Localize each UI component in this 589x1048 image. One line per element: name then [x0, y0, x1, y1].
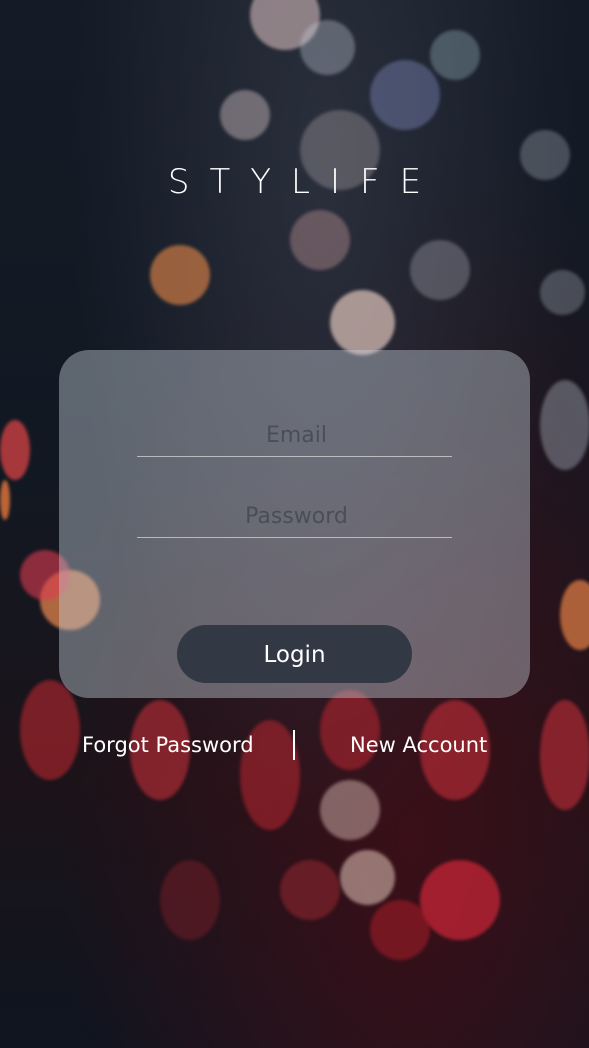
- footer-links: Forgot Password New Account: [0, 730, 589, 760]
- email-input[interactable]: [137, 412, 456, 458]
- email-field-container: [137, 412, 456, 458]
- app-logo: STYLIFE: [167, 162, 442, 202]
- login-button[interactable]: Login: [177, 625, 412, 683]
- password-input[interactable]: [137, 493, 456, 539]
- login-card: Login: [59, 350, 530, 698]
- forgot-password-link[interactable]: Forgot Password: [82, 730, 254, 760]
- new-account-link[interactable]: New Account: [350, 730, 487, 760]
- password-field-container: [137, 493, 456, 539]
- link-divider: [293, 730, 295, 760]
